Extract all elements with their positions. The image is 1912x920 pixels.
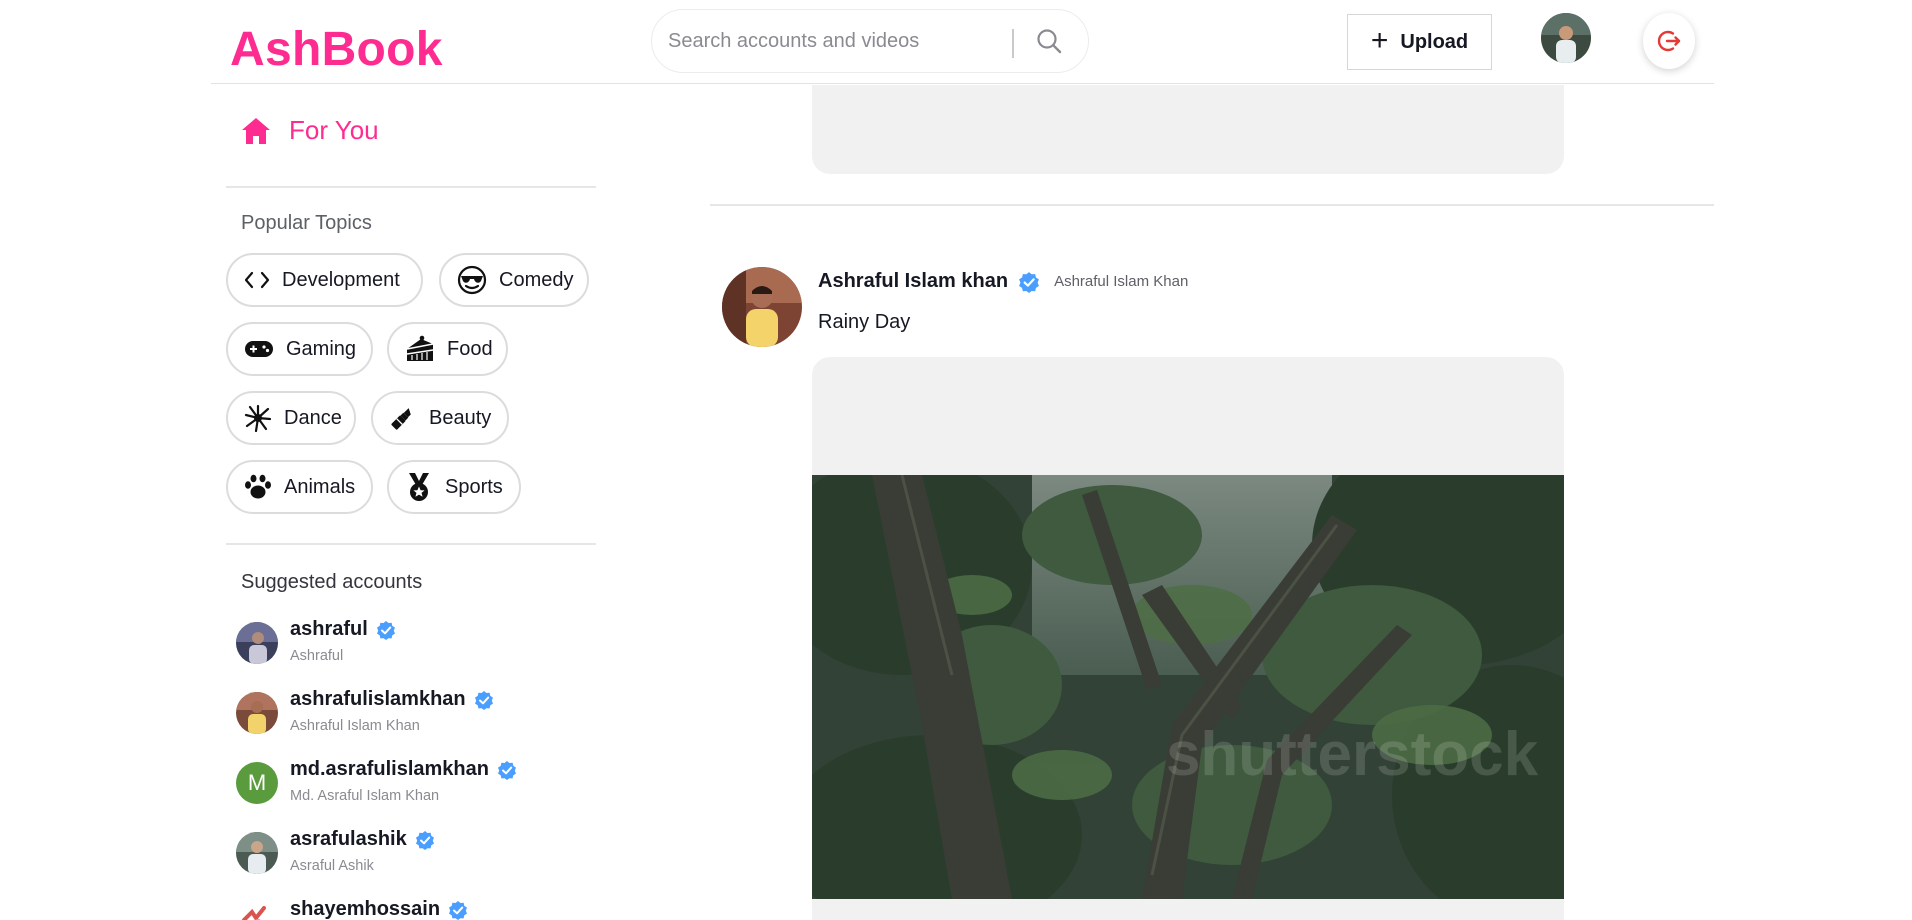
account-username: asrafulashik: [290, 828, 407, 850]
sidebar-divider: [226, 543, 596, 545]
sidebar-divider: [226, 186, 596, 188]
video-frame-rainforest: shutterstock: [812, 475, 1564, 899]
suggested-account[interactable]: M md.asrafulislamkhan Md. Asraful Islam …: [236, 756, 596, 812]
suggested-account[interactable]: shayemhossain: [236, 896, 596, 920]
gamepad-icon: [245, 341, 273, 357]
home-icon: [242, 117, 270, 144]
sidebar: For You Popular Topics Development Comed…: [226, 85, 596, 920]
account-avatar: [236, 692, 278, 734]
topic-beauty[interactable]: Beauty: [371, 391, 509, 445]
verified-icon: [376, 620, 395, 640]
verified-icon: [1019, 271, 1039, 293]
avatar-letter: M: [247, 770, 267, 795]
topic-food[interactable]: Food: [387, 322, 508, 376]
account-name: Md. Asraful Islam Khan: [290, 788, 440, 804]
topic-label: Dance: [284, 406, 342, 429]
verified-icon: [497, 760, 516, 780]
account-name: Ashraful: [290, 648, 344, 664]
topic-label: Sports: [445, 475, 503, 498]
topic-comedy[interactable]: Comedy: [439, 253, 589, 307]
suggested-accounts-title: Suggested accounts: [241, 571, 423, 593]
topic-label: Beauty: [429, 406, 492, 429]
suggested-account[interactable]: ashraful Ashraful: [236, 616, 596, 672]
feed-divider: [710, 204, 1714, 206]
topic-label: Comedy: [499, 268, 574, 291]
video-watermark: shutterstock: [1166, 720, 1539, 789]
search-button[interactable]: [1022, 18, 1076, 64]
post-author-avatar-image: [722, 267, 802, 347]
video-card: shutterstock: [812, 357, 1564, 920]
account-avatar-letter: M: [236, 762, 278, 804]
suggested-account[interactable]: ashrafulislamkhan Ashraful Islam Khan: [236, 686, 596, 742]
cake-icon: [406, 335, 434, 361]
post-author-name: Ashraful Islam Khan: [1054, 273, 1189, 290]
topic-label: Development: [282, 268, 400, 291]
dance-burst-icon: [244, 404, 272, 432]
top-header: AshBook + Upload: [211, 0, 1714, 84]
account-avatar: [236, 832, 278, 874]
search-icon: [1037, 29, 1062, 54]
topic-label: Gaming: [286, 337, 357, 360]
account-name: Ashraful Islam Khan: [290, 718, 420, 734]
upload-label: Upload: [1400, 30, 1469, 53]
logout-icon: [1657, 30, 1681, 52]
app-logo[interactable]: AshBook: [230, 20, 443, 80]
post-caption: Rainy Day: [818, 311, 911, 333]
post-author-avatar[interactable]: [722, 267, 802, 347]
nav-for-you-label: For You: [289, 115, 379, 145]
account-avatar: [236, 622, 278, 664]
post-header: Ashraful Islam khan Ashraful Islam Khan: [818, 270, 1188, 293]
topic-animals[interactable]: Animals: [226, 460, 373, 514]
verified-icon: [415, 830, 434, 850]
logout-button[interactable]: [1643, 13, 1695, 69]
search-divider: [1012, 29, 1014, 58]
topic-label: Food: [447, 337, 493, 360]
suggested-account[interactable]: asrafulashik Asraful Ashik: [236, 826, 596, 882]
account-avatar: [236, 902, 278, 920]
sunglasses-face-icon: [457, 265, 487, 295]
lipstick-icon: [391, 408, 411, 430]
verified-icon: [474, 690, 493, 710]
topic-development[interactable]: Development: [226, 253, 423, 307]
account-username: ashraful: [290, 618, 368, 640]
topic-label: Animals: [284, 475, 356, 498]
video-player[interactable]: shutterstock: [812, 475, 1564, 899]
user-avatar-image: [1541, 13, 1591, 63]
upload-button[interactable]: + Upload: [1347, 14, 1492, 70]
account-name: Asraful Ashik: [290, 858, 374, 874]
plus-icon: +: [1370, 23, 1389, 57]
account-username: shayemhossain: [290, 898, 441, 920]
popular-topics-title: Popular Topics: [241, 212, 372, 234]
account-username: md.asrafulislamkhan: [290, 758, 489, 780]
search-bar: [651, 9, 1089, 73]
medal-icon: [409, 473, 429, 501]
topic-dance[interactable]: Dance: [226, 391, 356, 445]
user-avatar[interactable]: [1541, 13, 1591, 63]
topic-gaming[interactable]: Gaming: [226, 322, 373, 376]
paw-icon: [245, 474, 271, 499]
video-feed: Ashraful Islam khan Ashraful Islam Khan …: [710, 85, 1714, 920]
verified-icon: [449, 900, 468, 920]
code-icon: [244, 271, 270, 289]
nav-for-you[interactable]: For You: [241, 115, 379, 146]
topic-sports[interactable]: Sports: [387, 460, 521, 514]
post-author-username[interactable]: Ashraful Islam khan: [818, 270, 1008, 293]
search-input[interactable]: [668, 24, 998, 58]
account-username: ashrafulislamkhan: [290, 688, 466, 710]
previous-video-card: [812, 85, 1564, 174]
